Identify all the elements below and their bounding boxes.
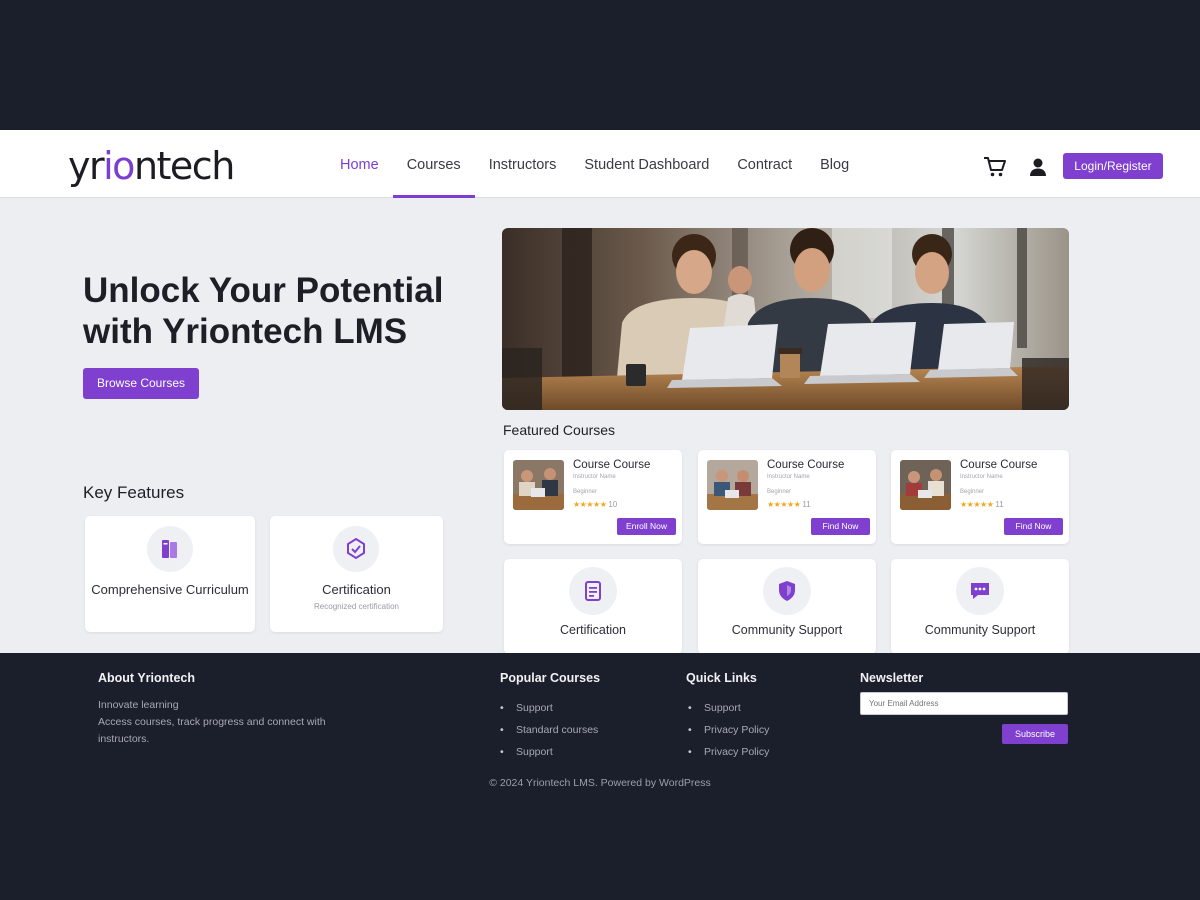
copyright-text: © 2024 Yriontech LMS. Powered by WordPre… [489,777,711,789]
hero-title: Unlock Your Potential with Yriontech LMS [83,271,444,351]
course-rating: ★★★★★ 11 [767,500,811,509]
course-name: Course Course [767,459,845,471]
book-icon [147,526,193,572]
course-rating: ★★★★★ 11 [960,500,1004,509]
footer-about-line: Access courses, track progress and conne… [98,716,326,728]
footer-link[interactable]: Privacy Policy [688,741,769,763]
course-level: Beginner [960,489,985,495]
nav-student-dashboard[interactable]: Student Dashboard [570,134,723,198]
logo-part-2: io [103,144,135,188]
find-now-button[interactable]: Find Now [811,518,870,535]
feature-label: Community Support [731,623,843,637]
rating-stars: ★★★★★ [960,500,994,509]
featured-courses-title: Featured Courses [503,422,616,438]
course-instructor: Instructor Name [960,474,1003,480]
website-viewport: yriontech Home Courses Instructors Stude… [0,130,1200,806]
logo-part-3: ntech [133,144,235,188]
chat-icon [956,567,1004,615]
feature-label-certification: Certification [322,582,391,597]
feature-label: Community Support [924,623,1036,637]
login-register-button[interactable]: Login/Register [1063,153,1163,179]
footer-link[interactable]: Privacy Policy [688,719,769,741]
shield-icon [763,567,811,615]
feature-label-curriculum: Comprehensive Curriculum [91,582,249,597]
footer-about-title: About Yriontech [98,671,195,685]
feature-label: Certification [560,623,626,637]
logo-part-1: yr [68,144,105,188]
footer-link[interactable]: Support [500,741,598,763]
find-now-button[interactable]: Find Now [1004,518,1063,535]
rating-stars: ★★★★★ [767,500,801,509]
nav-contact[interactable]: Contract [723,134,806,198]
footer-link[interactable]: Support [500,697,598,719]
footer-link[interactable]: Support [688,697,769,719]
footer-about-line: instructors. [98,733,150,745]
footer-popular-list: Support Standard courses Support [500,697,598,763]
course-thumbnail [707,460,758,510]
newsletter-email-input[interactable] [860,692,1068,715]
cart-icon[interactable] [982,154,1008,180]
footer-popular-title: Popular Courses [500,671,601,685]
course-rating: ★★★★★ 10 [573,500,617,509]
main-nav: Home Courses Instructors Student Dashboa… [326,134,863,198]
hero-image [502,228,1069,410]
key-features-title: Key Features [83,483,185,502]
feature-card-curriculum[interactable]: Comprehensive Curriculum [85,516,255,632]
subscribe-button[interactable]: Subscribe [1002,724,1068,744]
browse-courses-button[interactable]: Browse Courses [83,368,199,399]
certificate-icon [333,526,379,572]
course-card[interactable]: Course Course Instructor Name Beginner ★… [698,450,876,544]
footer-about-line: Innovate learning [98,699,179,711]
feature-sub-certification: Recognized certification [314,602,399,611]
footer-link[interactable]: Standard courses [500,719,598,741]
course-card[interactable]: Course Course Instructor Name Beginner ★… [504,450,682,544]
rating-count: 11 [802,500,811,509]
feature-card-community-support[interactable]: Community Support [698,559,876,654]
course-level: Beginner [767,489,792,495]
nav-home[interactable]: Home [326,134,393,198]
course-instructor: Instructor Name [767,474,810,480]
rating-stars: ★★★★★ [573,500,607,509]
footer-newsletter-title: Newsletter [860,671,924,685]
site-header: yriontech Home Courses Instructors Stude… [0,134,1200,198]
nav-courses[interactable]: Courses [392,134,475,198]
course-thumbnail [900,460,951,510]
course-card[interactable]: Course Course Instructor Name Beginner ★… [891,450,1069,544]
rating-count: 10 [608,500,618,509]
rating-count: 11 [995,500,1004,509]
enroll-now-button[interactable]: Enroll Now [617,518,676,535]
site-footer: About Yriontech Innovate learning Access… [0,653,1200,806]
course-instructor: Instructor Name [573,474,616,480]
footer-quick-links-title: Quick Links [686,671,757,685]
footer-quick-links-list: Support Privacy Policy Privacy Policy [688,697,769,763]
site-logo[interactable]: yriontech [68,144,235,188]
course-name: Course Course [960,459,1038,471]
nav-blog[interactable]: Blog [806,134,863,198]
nav-instructors[interactable]: Instructors [475,134,571,198]
user-icon[interactable] [1025,154,1051,180]
course-name: Course Course [573,459,651,471]
course-thumbnail [513,460,564,510]
document-icon [569,567,617,615]
feature-card-certification[interactable]: Certification Recognized certification [270,516,443,632]
feature-card-community-support-2[interactable]: Community Support [891,559,1069,654]
course-level: Beginner [573,489,598,495]
feature-card-certification-2[interactable]: Certification [504,559,682,654]
